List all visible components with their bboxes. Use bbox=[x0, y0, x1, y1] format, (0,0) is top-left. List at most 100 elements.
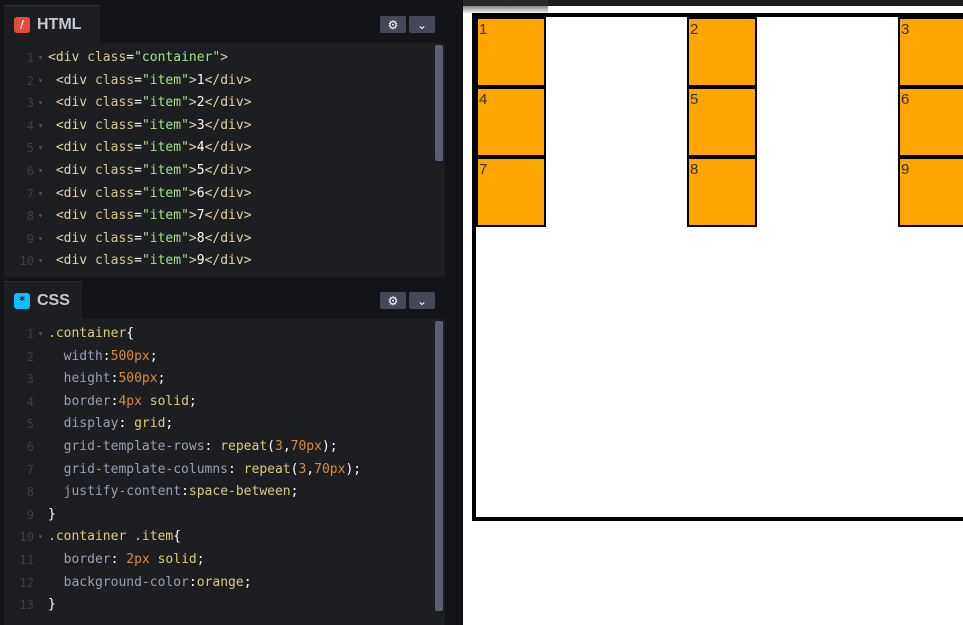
line-number: 9 bbox=[26, 231, 34, 246]
code-text: <div class="item">9</div> bbox=[48, 253, 252, 269]
html-tab[interactable]: / HTML bbox=[4, 5, 100, 43]
line-number: 10 bbox=[19, 530, 34, 545]
html-panel-controls: ⚙ ⌄ bbox=[380, 16, 435, 33]
code-line[interactable]: 10 ▾ <div class="item">9</div> bbox=[4, 250, 435, 273]
line-number: 5 bbox=[26, 141, 34, 156]
line-number: 2 bbox=[26, 349, 34, 364]
code-text: background-color:orange; bbox=[48, 574, 252, 590]
code-line[interactable]: 4 border:4px solid; bbox=[4, 391, 435, 414]
code-line[interactable]: 3 height:500px; bbox=[4, 368, 435, 391]
code-line[interactable]: 9 ▾ <div class="item">8</div> bbox=[4, 228, 435, 251]
html-collapse-button[interactable]: ⌄ bbox=[409, 16, 435, 33]
grid-item: 2 bbox=[687, 17, 757, 87]
line-number: 6 bbox=[26, 439, 34, 454]
line-number: 4 bbox=[26, 118, 34, 133]
grid-container: 1 2 3 4 5 6 7 8 9 bbox=[472, 13, 963, 521]
line-number: 3 bbox=[26, 372, 34, 387]
code-line[interactable]: 9} bbox=[4, 504, 435, 527]
code-line[interactable]: 6 ▾ <div class="item">5</div> bbox=[4, 160, 435, 183]
grid-item: 6 bbox=[898, 87, 963, 157]
css-scrollbar[interactable] bbox=[435, 321, 443, 611]
gear-icon: ⚙ bbox=[387, 17, 399, 32]
html-editor-panel: / HTML ⚙ ⌄ 1 ▾ <div class="container"> 2 ▾ <… bbox=[4, 5, 445, 277]
css-code-editor[interactable]: 1 ▾ .container{2 width:500px; 3 height:500p… bbox=[4, 323, 435, 617]
code-text: justify-content:space-between; bbox=[48, 484, 299, 500]
editor-column: / HTML ⚙ ⌄ 1 ▾ <div class="container"> 2 ▾ <… bbox=[0, 0, 462, 625]
line-number: 8 bbox=[26, 485, 34, 500]
html-code-editor[interactable]: 1 ▾ <div class="container"> 2 ▾ <div class="… bbox=[4, 47, 435, 273]
css-collapse-button[interactable]: ⌄ bbox=[409, 292, 435, 309]
code-text: <div class="item">3</div> bbox=[48, 117, 252, 133]
code-line[interactable]: 12 background-color:orange; bbox=[4, 572, 435, 595]
code-line[interactable]: 7 ▾ <div class="item">6</div> bbox=[4, 183, 435, 206]
code-text: } bbox=[48, 506, 56, 522]
line-number: 1 bbox=[26, 51, 34, 65]
fold-arrow-icon[interactable]: ▾ bbox=[38, 228, 43, 251]
html-scrollbar[interactable] bbox=[435, 45, 443, 161]
css-editor-panel: * CSS ⚙ ⌄ 1 ▾ .container{2 width:500px; 3 h… bbox=[4, 281, 445, 625]
line-number: 4 bbox=[26, 394, 34, 409]
chevron-down-icon: ⌄ bbox=[416, 17, 428, 32]
fold-arrow-icon[interactable]: ▾ bbox=[38, 205, 43, 228]
line-number: 5 bbox=[26, 417, 34, 432]
code-line[interactable]: 8 ▾ <div class="item">7</div> bbox=[4, 205, 435, 228]
code-line[interactable]: 10 ▾ .container .item{ bbox=[4, 526, 435, 549]
fold-arrow-icon[interactable]: ▾ bbox=[38, 47, 43, 70]
code-text: <div class="item">4</div> bbox=[48, 140, 252, 156]
code-line[interactable]: 6 grid-template-rows: repeat(3,70px); bbox=[4, 436, 435, 459]
fold-arrow-icon[interactable]: ▾ bbox=[38, 137, 43, 160]
css-panel-controls: ⚙ ⌄ bbox=[380, 292, 435, 309]
line-number: 6 bbox=[26, 163, 34, 178]
code-line[interactable]: 5 ▾ <div class="item">4</div> bbox=[4, 137, 435, 160]
code-text: <div class="item">5</div> bbox=[48, 162, 252, 178]
code-line[interactable]: 2 width:500px; bbox=[4, 346, 435, 369]
code-line[interactable]: 11 border: 2px solid; bbox=[4, 549, 435, 572]
code-text: grid-template-rows: repeat(3,70px); bbox=[48, 438, 338, 454]
result-preview: 1 2 3 4 5 6 7 8 9 bbox=[462, 0, 963, 625]
code-text: <div class="item">8</div> bbox=[48, 230, 252, 246]
code-text: border: 2px solid; bbox=[48, 551, 205, 567]
line-number: 8 bbox=[26, 209, 34, 224]
css-settings-button[interactable]: ⚙ bbox=[380, 292, 406, 309]
line-number: 3 bbox=[26, 96, 34, 111]
line-number: 9 bbox=[26, 507, 34, 522]
code-line[interactable]: 13} bbox=[4, 594, 435, 617]
code-line[interactable]: 1 ▾ <div class="container"> bbox=[4, 47, 435, 70]
code-line[interactable]: 1 ▾ .container{ bbox=[4, 323, 435, 346]
fold-arrow-icon[interactable]: ▾ bbox=[38, 250, 43, 273]
html-settings-button[interactable]: ⚙ bbox=[380, 16, 406, 33]
code-text: <div class="container"> bbox=[48, 50, 229, 65]
code-line[interactable]: 5 display: grid; bbox=[4, 413, 435, 436]
code-line[interactable]: 3 ▾ <div class="item">2</div> bbox=[4, 92, 435, 115]
grid-item: 8 bbox=[687, 157, 757, 227]
line-number: 7 bbox=[26, 462, 34, 477]
fold-arrow-icon[interactable]: ▾ bbox=[38, 183, 43, 206]
code-line[interactable]: 8 justify-content:space-between; bbox=[4, 481, 435, 504]
code-text: <div class="item">6</div> bbox=[48, 185, 252, 201]
line-number: 10 bbox=[19, 254, 34, 269]
fold-arrow-icon[interactable]: ▾ bbox=[38, 323, 43, 346]
code-line[interactable]: 2 ▾ <div class="item">1</div> bbox=[4, 70, 435, 93]
code-text: } bbox=[48, 597, 56, 613]
fold-arrow-icon[interactable]: ▾ bbox=[38, 115, 43, 138]
fold-arrow-icon[interactable]: ▾ bbox=[38, 160, 43, 183]
line-number: 11 bbox=[19, 552, 34, 567]
line-number: 7 bbox=[26, 186, 34, 201]
fold-arrow-icon[interactable]: ▾ bbox=[38, 70, 43, 93]
code-line[interactable]: 7 grid-template-columns: repeat(3,70px); bbox=[4, 459, 435, 482]
code-text: <div class="item">7</div> bbox=[48, 208, 252, 224]
code-text: .container .item{ bbox=[48, 529, 182, 545]
code-text: border:4px solid; bbox=[48, 393, 197, 409]
grid-item: 9 bbox=[898, 157, 963, 227]
code-text: <div class="item">2</div> bbox=[48, 95, 252, 111]
css-icon: * bbox=[14, 292, 30, 309]
grid-item: 7 bbox=[476, 157, 546, 227]
code-line[interactable]: 4 ▾ <div class="item">3</div> bbox=[4, 115, 435, 138]
grid-item: 4 bbox=[476, 87, 546, 157]
html-icon: / bbox=[14, 16, 30, 33]
fold-arrow-icon[interactable]: ▾ bbox=[38, 526, 43, 549]
fold-arrow-icon[interactable]: ▾ bbox=[38, 92, 43, 115]
preview-top-bar bbox=[463, 0, 963, 14]
chevron-down-icon: ⌄ bbox=[416, 293, 428, 308]
css-tab[interactable]: * CSS bbox=[4, 281, 82, 319]
